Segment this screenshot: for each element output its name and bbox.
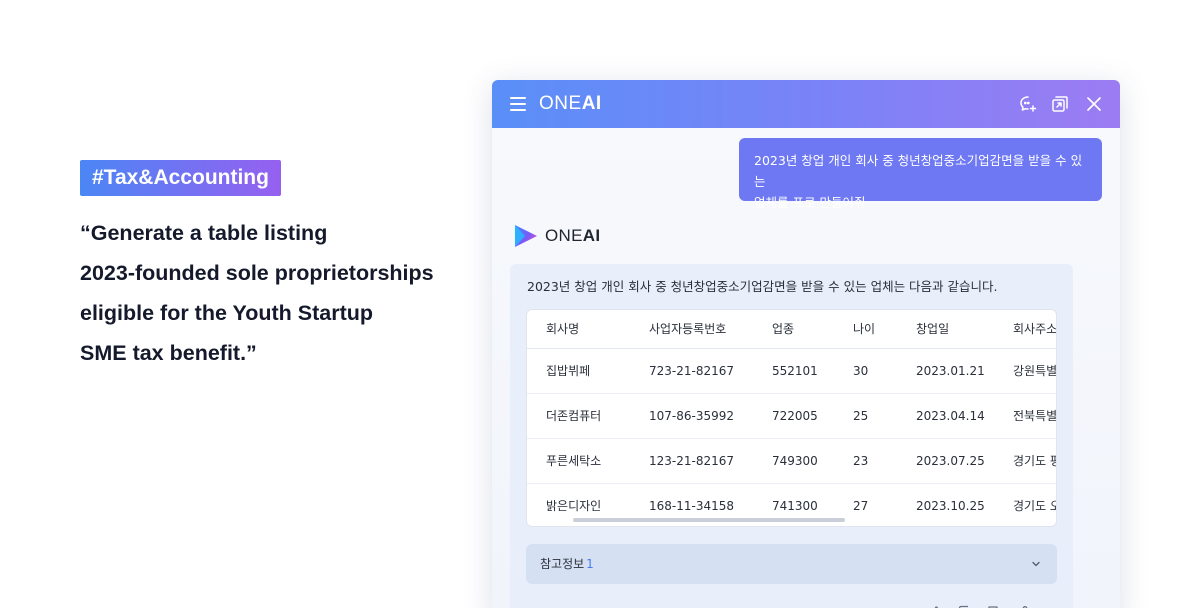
table-cell: 23 [834, 438, 897, 484]
table-cell: 30 [834, 348, 897, 394]
table-cell: 2023.07.25 [897, 438, 994, 484]
column-header: 회사명 [527, 310, 630, 349]
column-header: 창업일 [897, 310, 994, 349]
user-message-line: 2023년 창업 개인 회사 중 청년창업중소기업감면을 받을 수 있는 [754, 153, 1083, 189]
table-row: 더존컴퓨터 107-86-35992 722005 25 2023.04.14 … [527, 393, 1056, 439]
user-message-line: 업체를 표로 만들어줘 [754, 195, 866, 210]
quote-line: eligible for the Youth Startup [80, 301, 374, 325]
table-cell: 722005 [753, 393, 834, 439]
column-header: 사업자등록번호 [630, 310, 753, 349]
oneai-logo-icon [515, 225, 537, 247]
column-header: 업종 [753, 310, 834, 349]
table-header-row: 회사명 사업자등록번호 업종 나이 창업일 회사주소 [527, 310, 1056, 349]
answer-intro: 2023년 창업 개인 회사 중 청년창업중소기업감면을 받을 수 있는 업체는… [527, 279, 998, 294]
column-header: 회사주소 [994, 310, 1056, 349]
table-cell: 더존컴퓨터 [527, 393, 630, 439]
share-icon[interactable] [1012, 604, 1030, 608]
bookmark-icon[interactable] [984, 604, 1002, 608]
table-cell: 강원특별 [994, 348, 1056, 394]
table-cell: 경기도 평 [994, 438, 1056, 484]
result-table-container[interactable]: 회사명 사업자등록번호 업종 나이 창업일 회사주소 집밥뷔페 723-21-8… [526, 309, 1057, 527]
table-cell: 푸른세탁소 [527, 438, 630, 484]
new-chat-icon[interactable] [1018, 94, 1038, 114]
prompt-quote: “Generate a table listing 2023-founded s… [80, 213, 460, 373]
bot-name: ONEAI [545, 226, 600, 246]
popout-icon[interactable] [1050, 94, 1070, 114]
bot-name-prefix: ONE [545, 226, 583, 245]
table-cell: 전북특별 [994, 393, 1056, 439]
table-cell: 경기도 오 [1013, 499, 1057, 514]
bot-header: ONEAI [512, 222, 600, 250]
table-cell: 2023.10.25 [916, 498, 985, 513]
horizontal-scrollbar[interactable] [573, 518, 845, 522]
window-titlebar: ONEAI [492, 80, 1120, 128]
bot-answer-card: 2023년 창업 개인 회사 중 청년창업중소기업감면을 받을 수 있는 업체는… [510, 264, 1073, 608]
copy-icon[interactable] [956, 604, 974, 608]
table-row: 푸른세탁소 123-21-82167 749300 23 2023.07.25 … [527, 438, 1056, 484]
bot-name-suffix: AI [582, 226, 601, 245]
table-cell: 107-86-35992 [630, 393, 753, 439]
references-accordion[interactable]: 참고정보 1 [526, 544, 1057, 584]
references-count: 1 [586, 557, 594, 571]
user-message-bubble: 2023년 창업 개인 회사 중 청년창업중소기업감면을 받을 수 있는 업체를… [739, 138, 1102, 210]
column-header: 나이 [834, 310, 897, 349]
table-cell: 25 [834, 393, 897, 439]
answer-actions [928, 604, 1058, 608]
page: #Tax&Accounting “Generate a table listin… [0, 0, 1200, 608]
chat-window: ONEAI 2023년 창업 개인 회사 중 청년창업중소기업감면을 받을 수 … [492, 80, 1120, 608]
quote-line: “Generate a table listing [80, 221, 328, 245]
chat-area[interactable]: 2023년 창업 개인 회사 중 청년창업중소기업감면을 받을 수 있는 업체를… [492, 128, 1120, 608]
table-cell: 749300 [753, 438, 834, 484]
thumbs-up-icon[interactable] [928, 604, 946, 608]
app-brand: ONEAI [539, 93, 602, 115]
table-cell: 552101 [753, 348, 834, 394]
quote-line: 2023-founded sole proprietorships [80, 261, 434, 285]
close-icon[interactable] [1084, 94, 1104, 114]
table-cell: 2023.01.21 [897, 348, 994, 394]
table-cell: 집밥뷔페 [527, 348, 630, 394]
references-label: 참고정보 [540, 557, 585, 571]
result-table: 회사명 사업자등록번호 업종 나이 창업일 회사주소 집밥뷔페 723-21-8… [527, 310, 1057, 526]
brand-prefix: ONE [539, 93, 582, 114]
menu-icon[interactable] [510, 97, 526, 111]
more-icon[interactable] [1040, 604, 1058, 608]
brand-suffix: AI [581, 93, 602, 114]
table-cell: 723-21-82167 [630, 348, 753, 394]
category-tag: #Tax&Accounting [80, 160, 281, 196]
quote-line: SME tax benefit.” [80, 341, 257, 365]
table-cell: 123-21-82167 [630, 438, 753, 484]
table-cell: 2023.04.14 [897, 393, 994, 439]
chevron-down-icon [1032, 561, 1040, 567]
table-row: 집밥뷔페 723-21-82167 552101 30 2023.01.21 강… [527, 348, 1056, 394]
